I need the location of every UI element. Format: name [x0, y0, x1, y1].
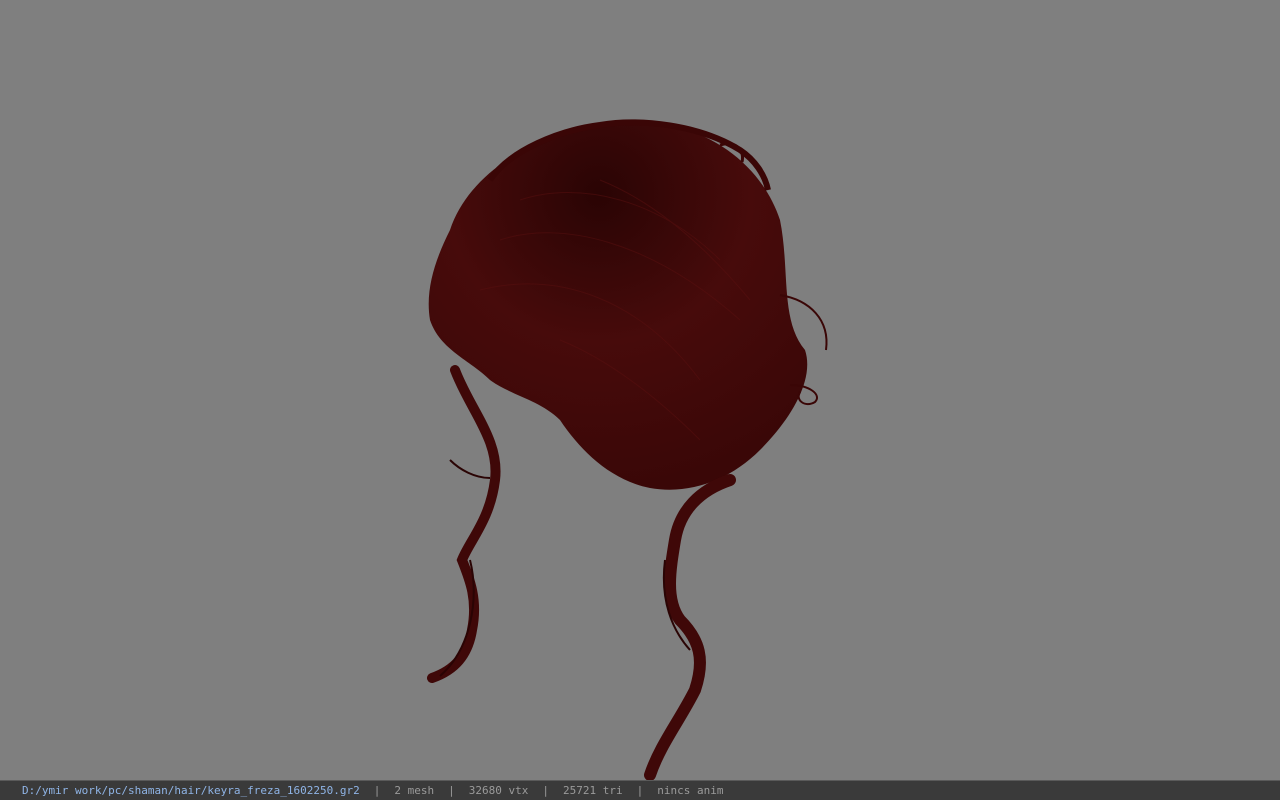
triangle-count: 25721 tri: [563, 784, 623, 797]
hair-strand-right: [644, 474, 736, 780]
hair-strand-left-thin-2: [449, 459, 491, 479]
3d-viewport[interactable]: [0, 0, 1280, 780]
file-path: D:/ymir work/pc/shaman/hair/keyra_freza_…: [22, 784, 360, 797]
hair-strand-left: [427, 365, 501, 683]
mesh-count: 2 mesh: [394, 784, 435, 797]
status-bar: D:/ymir work/pc/shaman/hair/keyra_freza_…: [0, 780, 1280, 800]
separator: |: [373, 784, 381, 797]
separator: |: [448, 784, 455, 797]
animation-status: nincs anim: [657, 784, 724, 797]
separator: |: [542, 784, 549, 797]
separator: |: [636, 784, 644, 797]
vertex-count: 32680 vtx: [468, 784, 529, 797]
hair-model-render: [427, 119, 828, 780]
